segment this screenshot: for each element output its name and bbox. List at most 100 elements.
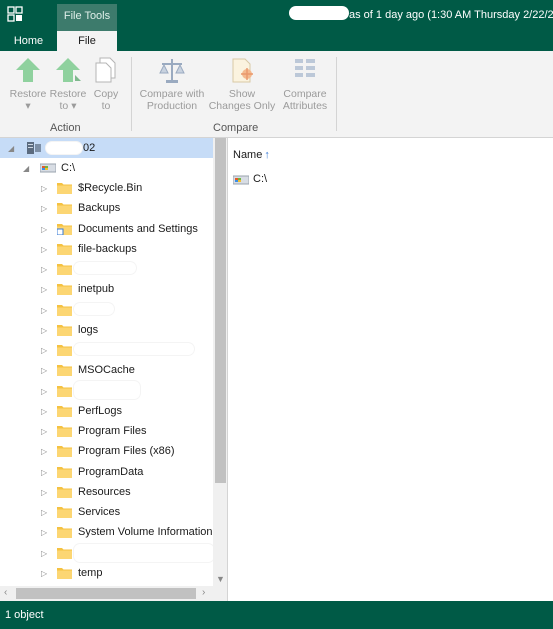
tree-horizontal-scrollbar[interactable]: ‹ › <box>0 586 227 601</box>
tree-root-server[interactable]: ◢ 02 <box>0 138 213 158</box>
redacted-folder-name <box>74 262 136 274</box>
copy-document-icon <box>95 57 116 83</box>
expand-arrow-icon[interactable]: ▷ <box>41 447 47 456</box>
expand-arrow-icon[interactable]: ▷ <box>41 204 47 213</box>
file-list: Name ↑ C:\ <box>229 138 553 601</box>
tree-vertical-scrollbar[interactable]: ▼ <box>213 138 227 586</box>
production-label: Production <box>146 100 198 112</box>
scroll-left-icon[interactable]: ‹ <box>4 587 7 598</box>
expand-arrow-icon[interactable]: ▷ <box>41 427 47 436</box>
tree-folder-item[interactable]: ▷ Documents and Settings <box>0 219 213 239</box>
restore-to-button[interactable]: Restore to ▾ <box>48 55 88 112</box>
collapse-arrow-icon[interactable]: ◢ <box>23 164 29 173</box>
tree-folder-item[interactable]: ▷ System Volume Information <box>0 522 213 542</box>
ribbon: Restore ▾ Restore to ▾ Copy to Action Co… <box>0 51 553 138</box>
column-header-name[interactable]: Name ↑ <box>233 149 270 161</box>
folder-icon <box>57 284 72 296</box>
tree-folder-item[interactable]: ▷ Backups <box>0 198 213 218</box>
folder-icon <box>57 223 72 235</box>
green-up-arrow-icon <box>56 58 81 82</box>
show-changes-only-button[interactable]: Show Changes Only <box>208 55 276 112</box>
folder-icon <box>57 324 72 336</box>
tab-file[interactable]: File <box>57 31 117 51</box>
tree-root-label: 02 <box>83 142 96 154</box>
group-label-action: Action <box>50 122 81 134</box>
expand-arrow-icon[interactable]: ▷ <box>41 265 47 274</box>
tree-folder-label: PerfLogs <box>78 404 123 417</box>
list-item[interactable]: C:\ <box>231 170 531 188</box>
tree-folder-item[interactable]: ▷ <box>0 380 213 401</box>
folder-icon <box>57 405 72 417</box>
tree-folder-item[interactable]: ▷ <box>0 259 213 279</box>
tree-folder-item[interactable]: ▷ temp <box>0 563 213 583</box>
expand-arrow-icon[interactable]: ▷ <box>41 306 47 315</box>
folder-icon <box>57 507 72 518</box>
expand-arrow-icon[interactable]: ▷ <box>41 407 47 416</box>
folder-tree: ◢ 02 ◢ C:\ ▷ $Recycle.Bin ▷ Backups ▷ Documen… <box>0 138 228 601</box>
redacted-folder-name <box>74 343 194 355</box>
scroll-down-icon[interactable]: ▼ <box>216 574 225 584</box>
expand-arrow-icon[interactable]: ▷ <box>41 569 47 578</box>
tree-folder-item[interactable]: ▷ Services <box>0 502 213 522</box>
tree-drive-c[interactable]: ◢ C:\ <box>0 158 213 178</box>
copy-to-button[interactable]: Copy to <box>88 55 124 112</box>
tree-folder-item[interactable]: ▷ <box>0 300 213 320</box>
scrollbar-thumb[interactable] <box>16 588 196 599</box>
tree-folder-item[interactable]: ▷ inetpub <box>0 279 213 299</box>
expand-arrow-icon[interactable]: ▷ <box>41 184 47 193</box>
compare-attributes-button[interactable]: Compare Attributes <box>278 55 332 112</box>
expand-arrow-icon[interactable]: ▷ <box>41 488 47 497</box>
tree-folder-item[interactable]: ▷ Program Files (x86) <box>0 441 213 461</box>
tree-folder-item[interactable]: ▷ ProgramData <box>0 462 213 482</box>
drive-icon <box>233 175 249 185</box>
show-label: Show <box>228 88 256 100</box>
tree-folder-item[interactable]: ▷ Resources <box>0 482 213 502</box>
group-separator <box>131 57 132 131</box>
tree-folder-item[interactable]: ▷ file-backups <box>0 239 213 259</box>
tree-folder-item[interactable]: ▷ MSOCache <box>0 360 213 380</box>
tree-folder-label: Program Files <box>78 425 147 437</box>
expand-arrow-icon[interactable]: ▷ <box>41 245 47 254</box>
expand-arrow-icon[interactable]: ▷ <box>41 366 47 375</box>
tree-folder-label: Backups <box>78 202 121 215</box>
tree-folder-item[interactable]: ▷ Program Files <box>0 421 213 441</box>
tree-folder-label: Program Files (x86) <box>78 445 175 458</box>
scrollbar-thumb[interactable] <box>215 138 226 483</box>
window-title: as of 1 day ago (1:30 AM Thursday 2/22/2… <box>349 9 553 21</box>
tree-folder-label: Documents and Settings <box>78 222 198 235</box>
compare-with-label: Compare with <box>139 88 205 100</box>
tab-home[interactable]: Home <box>0 31 57 51</box>
group-separator <box>336 57 337 131</box>
tree-folder-item[interactable]: ▷ <box>0 340 213 360</box>
tree-folder-item[interactable]: ▷ PerfLogs <box>0 401 213 421</box>
collapse-arrow-icon[interactable]: ◢ <box>8 144 14 153</box>
expand-arrow-icon[interactable]: ▷ <box>41 346 47 355</box>
expand-arrow-icon[interactable]: ▷ <box>41 468 47 477</box>
expand-arrow-icon[interactable]: ▷ <box>41 225 47 234</box>
expand-arrow-icon[interactable]: ▷ <box>41 326 47 335</box>
tree-folder-item[interactable]: ▷ $Recycle.Bin <box>0 178 213 198</box>
app-window: File Tools as of 1 day ago (1:30 AM Thur… <box>0 0 553 629</box>
tree-folder-item[interactable]: ▷ logs <box>0 320 213 340</box>
copy-label: Copy <box>93 88 119 100</box>
tree-folder-item[interactable]: ▷ <box>0 543 214 563</box>
tree-folder-label: Services <box>78 506 121 518</box>
restore-button[interactable]: Restore ▾ <box>6 55 50 112</box>
copy-to-label: to <box>101 100 111 112</box>
expand-arrow-icon[interactable]: ▷ <box>41 508 47 517</box>
tree-folder-label: logs <box>78 323 99 336</box>
scroll-right-icon[interactable]: › <box>202 587 205 598</box>
expand-arrow-icon[interactable]: ▷ <box>41 528 47 537</box>
expand-arrow-icon[interactable]: ▷ <box>41 387 47 396</box>
folder-icon <box>57 183 72 194</box>
tree-folder-label: Resources <box>78 485 131 498</box>
compare-with-production-button[interactable]: Compare with Production <box>137 55 207 112</box>
green-up-arrow-icon <box>16 58 40 82</box>
expand-arrow-icon[interactable]: ▷ <box>41 549 47 558</box>
folder-icon <box>57 466 72 478</box>
redacted-title <box>289 6 349 20</box>
tree-folder-label: inetpub <box>78 283 115 296</box>
folder-icon <box>57 385 72 397</box>
expand-arrow-icon[interactable]: ▷ <box>41 285 47 294</box>
folder-icon <box>57 486 72 498</box>
